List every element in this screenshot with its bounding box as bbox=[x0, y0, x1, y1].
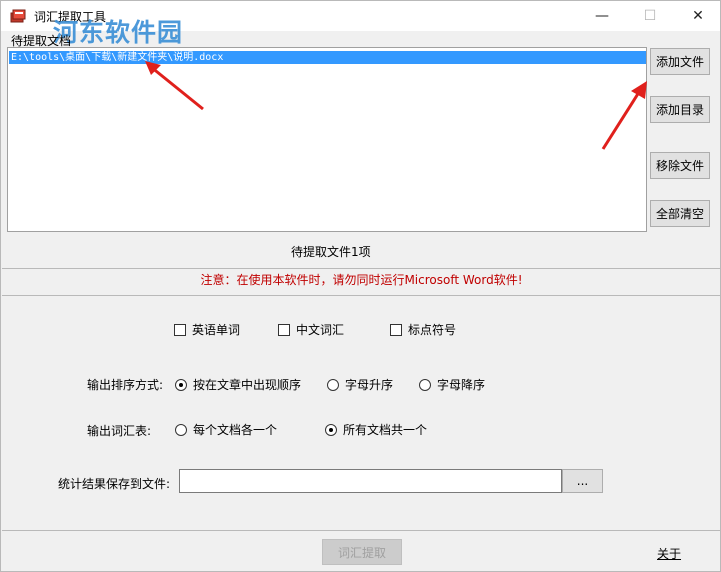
add-directory-button[interactable]: 添加目录 bbox=[650, 96, 710, 123]
sort-by-appearance-label: 按在文章中出现顺序 bbox=[193, 378, 302, 392]
checkbox-box[interactable] bbox=[174, 323, 186, 336]
window-title: 词汇提取工具 bbox=[34, 10, 107, 24]
per-document-label: 每个文档各一个 bbox=[193, 423, 278, 437]
english-words-checkbox[interactable]: 英语单词 bbox=[174, 321, 240, 338]
minimize-icon: — bbox=[595, 8, 609, 24]
file-list[interactable]: E:\tools\桌面\下载\新建文件夹\说明.docx bbox=[7, 47, 647, 232]
radio-circle[interactable] bbox=[175, 423, 187, 436]
checkbox-box[interactable] bbox=[278, 323, 290, 336]
punctuation-checkbox[interactable]: 标点符号 bbox=[390, 321, 456, 338]
output-vocab-label: 输出词汇表: bbox=[87, 424, 152, 438]
save-to-file-label: 统计结果保存到文件: bbox=[58, 477, 171, 491]
radio-circle[interactable] bbox=[175, 378, 187, 391]
all-documents-label: 所有文档共一个 bbox=[343, 423, 428, 437]
radio-circle[interactable] bbox=[419, 378, 431, 391]
remove-file-button[interactable]: 移除文件 bbox=[650, 152, 710, 179]
english-words-label: 英语单词 bbox=[192, 323, 241, 337]
maximize-icon: ☐ bbox=[643, 8, 657, 24]
title-bar: 词汇提取工具 — ☐ ✕ bbox=[1, 1, 720, 31]
maximize-button[interactable]: ☐ bbox=[627, 1, 673, 31]
sort-by-appearance-radio[interactable]: 按在文章中出现顺序 bbox=[175, 376, 301, 393]
book-icon bbox=[10, 9, 26, 23]
all-documents-radio[interactable]: 所有文档共一个 bbox=[325, 421, 427, 438]
sort-ascending-label: 字母升序 bbox=[345, 378, 394, 392]
clear-all-button[interactable]: 全部清空 bbox=[650, 200, 710, 227]
punctuation-label: 标点符号 bbox=[408, 323, 457, 337]
about-link[interactable]: 关于 bbox=[657, 545, 681, 562]
minimize-button[interactable]: — bbox=[579, 1, 625, 31]
chinese-words-checkbox[interactable]: 中文词汇 bbox=[278, 321, 344, 338]
options-group bbox=[2, 295, 720, 531]
radio-circle[interactable] bbox=[327, 378, 339, 391]
close-icon: ✕ bbox=[692, 8, 704, 24]
word-warning-notice: 注意：在使用本软件时，请勿同时运行Microsoft Word软件! bbox=[200, 273, 523, 287]
radio-circle[interactable] bbox=[325, 423, 337, 436]
close-button[interactable]: ✕ bbox=[675, 1, 721, 31]
file-list-item[interactable]: E:\tools\桌面\下载\新建文件夹\说明.docx bbox=[9, 51, 646, 64]
sort-ascending-radio[interactable]: 字母升序 bbox=[327, 376, 393, 393]
checkbox-box[interactable] bbox=[390, 323, 402, 336]
sort-order-label: 输出排序方式: bbox=[87, 378, 164, 392]
browse-button[interactable]: ... bbox=[562, 469, 603, 493]
pending-file-count: 待提取文件1项 bbox=[291, 245, 371, 259]
app-window: 词汇提取工具 — ☐ ✕ 河东软件园 www.pc0359.cn 待提取文档 E… bbox=[0, 0, 721, 572]
chinese-words-label: 中文词汇 bbox=[296, 323, 345, 337]
save-path-input[interactable] bbox=[179, 469, 562, 493]
per-document-radio[interactable]: 每个文档各一个 bbox=[175, 421, 277, 438]
add-file-button[interactable]: 添加文件 bbox=[650, 48, 710, 75]
sort-descending-label: 字母降序 bbox=[437, 378, 486, 392]
sort-descending-radio[interactable]: 字母降序 bbox=[419, 376, 485, 393]
extract-button[interactable]: 词汇提取 bbox=[322, 539, 402, 565]
